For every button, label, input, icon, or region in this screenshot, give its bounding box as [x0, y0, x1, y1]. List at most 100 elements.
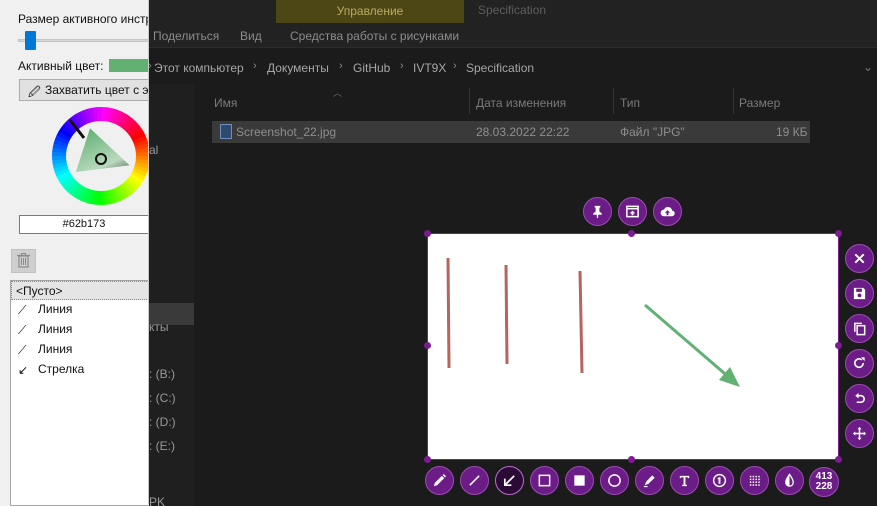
tool-settings-panel: Размер активного инструмента Активный цв…: [0, 0, 149, 506]
arrow-icon: [503, 475, 515, 487]
pixelate-tool-button[interactable]: [740, 466, 769, 495]
breadcrumb-item[interactable]: Specification: [466, 61, 534, 75]
upload-window-icon: [626, 205, 639, 218]
column-divider[interactable]: [613, 88, 614, 114]
trash-icon: [17, 253, 30, 268]
list-item[interactable]: ⟋ Линия: [11, 300, 148, 319]
capture-canvas[interactable]: [427, 233, 839, 460]
file-date: 28.03.2022 22:22: [476, 125, 570, 139]
line-icon: ⟋: [18, 303, 27, 317]
text-tool-button[interactable]: [670, 466, 699, 495]
delete-button[interactable]: [11, 249, 36, 273]
breadcrumb-item[interactable]: IVT9X: [413, 61, 446, 75]
nav-item[interactable]: PK: [149, 495, 165, 506]
tab-view[interactable]: Вид: [240, 29, 262, 43]
ribbon: Управление Specification Поделиться Вид …: [149, 0, 877, 48]
cloud-upload-button[interactable]: [653, 197, 682, 226]
chevron-down-icon[interactable]: ⌄: [863, 60, 873, 74]
file-size: 19 КБ: [776, 125, 808, 139]
line-icon: ⟋: [18, 343, 27, 357]
circle-icon: [608, 474, 621, 487]
rectangle-tool-button[interactable]: [530, 466, 559, 495]
nav-item[interactable]: : (D:): [149, 415, 176, 429]
nav-item[interactable]: al: [149, 143, 158, 157]
marker-tool-button[interactable]: [635, 466, 664, 495]
column-divider[interactable]: [469, 88, 470, 114]
drawn-line[interactable]: [578, 270, 584, 374]
pixelate-icon: [749, 475, 760, 486]
copy-icon: [854, 322, 866, 336]
close-button[interactable]: [845, 244, 874, 273]
copy-button[interactable]: [845, 314, 874, 343]
history-list[interactable]: <Пусто> ⟋ Линия ⟋ Линия ⟋ Линия ↙ Стрелк…: [10, 280, 148, 506]
list-item-label: Линия: [38, 322, 73, 336]
breadcrumb-item[interactable]: Документы: [267, 61, 329, 75]
chevron-right-icon: ›: [253, 60, 257, 72]
breadcrumb-item[interactable]: Этот компьютер: [154, 61, 244, 75]
list-item-label: Линия: [38, 302, 73, 316]
resize-handle-top-left[interactable]: [424, 230, 431, 237]
upload-window-button[interactable]: [618, 197, 647, 226]
list-item-label: Стрелка: [38, 362, 85, 376]
line-icon: [469, 475, 480, 486]
move-button[interactable]: [845, 419, 874, 448]
chevron-right-icon: ›: [453, 60, 457, 72]
save-icon: [853, 287, 866, 300]
chevron-right-icon: ›: [400, 60, 404, 72]
nav-item[interactable]: кты: [149, 320, 169, 334]
pick-screen-color-button[interactable]: 🖉 Захватить цвет с экрана: [19, 79, 149, 101]
selection-size-badge: 413 228: [809, 467, 839, 497]
active-color-label: Активный цвет:: [18, 59, 104, 73]
active-color-swatch: [109, 59, 148, 72]
column-header-date[interactable]: Дата изменения: [476, 96, 566, 110]
tool-size-slider-track[interactable]: [18, 39, 148, 42]
list-item-label: <Пусто>: [16, 284, 63, 298]
nav-item[interactable]: : (E:): [149, 439, 175, 453]
redo-icon: [854, 357, 865, 369]
arrow-tool-button[interactable]: [495, 466, 524, 495]
tool-size-slider-thumb[interactable]: [25, 31, 36, 50]
resize-handle-top-right[interactable]: [835, 230, 842, 237]
nav-item[interactable]: : (B:): [149, 367, 175, 381]
text-icon: [679, 475, 690, 487]
save-button[interactable]: [845, 279, 874, 308]
resize-handle-right[interactable]: [835, 342, 842, 349]
close-icon: [854, 253, 865, 264]
invert-tool-button[interactable]: [775, 466, 804, 495]
arrow-icon: ↙: [18, 363, 29, 377]
resize-handle-bottom[interactable]: [628, 456, 635, 463]
pencil-tool-button[interactable]: [425, 466, 454, 495]
drawn-line[interactable]: [504, 264, 509, 365]
column-divider[interactable]: [733, 88, 734, 114]
list-item[interactable]: ↙ Стрелка: [11, 360, 148, 379]
tab-manage[interactable]: Управление: [276, 0, 464, 23]
address-bar[interactable]: › Этот компьютер › Документы › GitHub › …: [148, 57, 877, 79]
pick-screen-color-label: Захватить цвет с экрана: [45, 83, 149, 97]
resize-handle-left[interactable]: [424, 342, 431, 349]
pin-button[interactable]: [583, 197, 612, 226]
redo-button[interactable]: [845, 349, 874, 378]
resize-handle-bottom-right[interactable]: [835, 456, 842, 463]
counter-tool-button[interactable]: [705, 466, 734, 495]
list-item[interactable]: ⟋ Линия: [11, 340, 148, 359]
nav-item[interactable]: : (C:): [149, 391, 176, 405]
tab-share[interactable]: Поделиться: [153, 29, 219, 43]
undo-button[interactable]: [845, 384, 874, 413]
tab-picture-tools[interactable]: Средства работы с рисунками: [290, 29, 459, 43]
hex-color-input[interactable]: #62b173: [19, 215, 148, 234]
file-row[interactable]: Screenshot_22.jpg 28.03.2022 22:22 Файл …: [212, 121, 810, 143]
list-item[interactable]: ⟋ Линия: [11, 320, 148, 339]
line-tool-button[interactable]: [460, 466, 489, 495]
resize-handle-top[interactable]: [628, 230, 635, 237]
circle-tool-button[interactable]: [600, 466, 629, 495]
column-header-size[interactable]: Размер: [739, 96, 780, 110]
resize-handle-bottom-left[interactable]: [424, 456, 431, 463]
column-header-type[interactable]: Тип: [620, 96, 640, 110]
filled-rectangle-tool-button[interactable]: [565, 466, 594, 495]
drawn-line[interactable]: [446, 257, 451, 369]
breadcrumb-item[interactable]: GitHub: [353, 61, 390, 75]
drawn-arrow[interactable]: [644, 303, 732, 381]
list-item[interactable]: <Пусто>: [11, 281, 148, 300]
column-header-name[interactable]: Имя: [214, 96, 237, 110]
color-wheel[interactable]: [52, 107, 148, 205]
